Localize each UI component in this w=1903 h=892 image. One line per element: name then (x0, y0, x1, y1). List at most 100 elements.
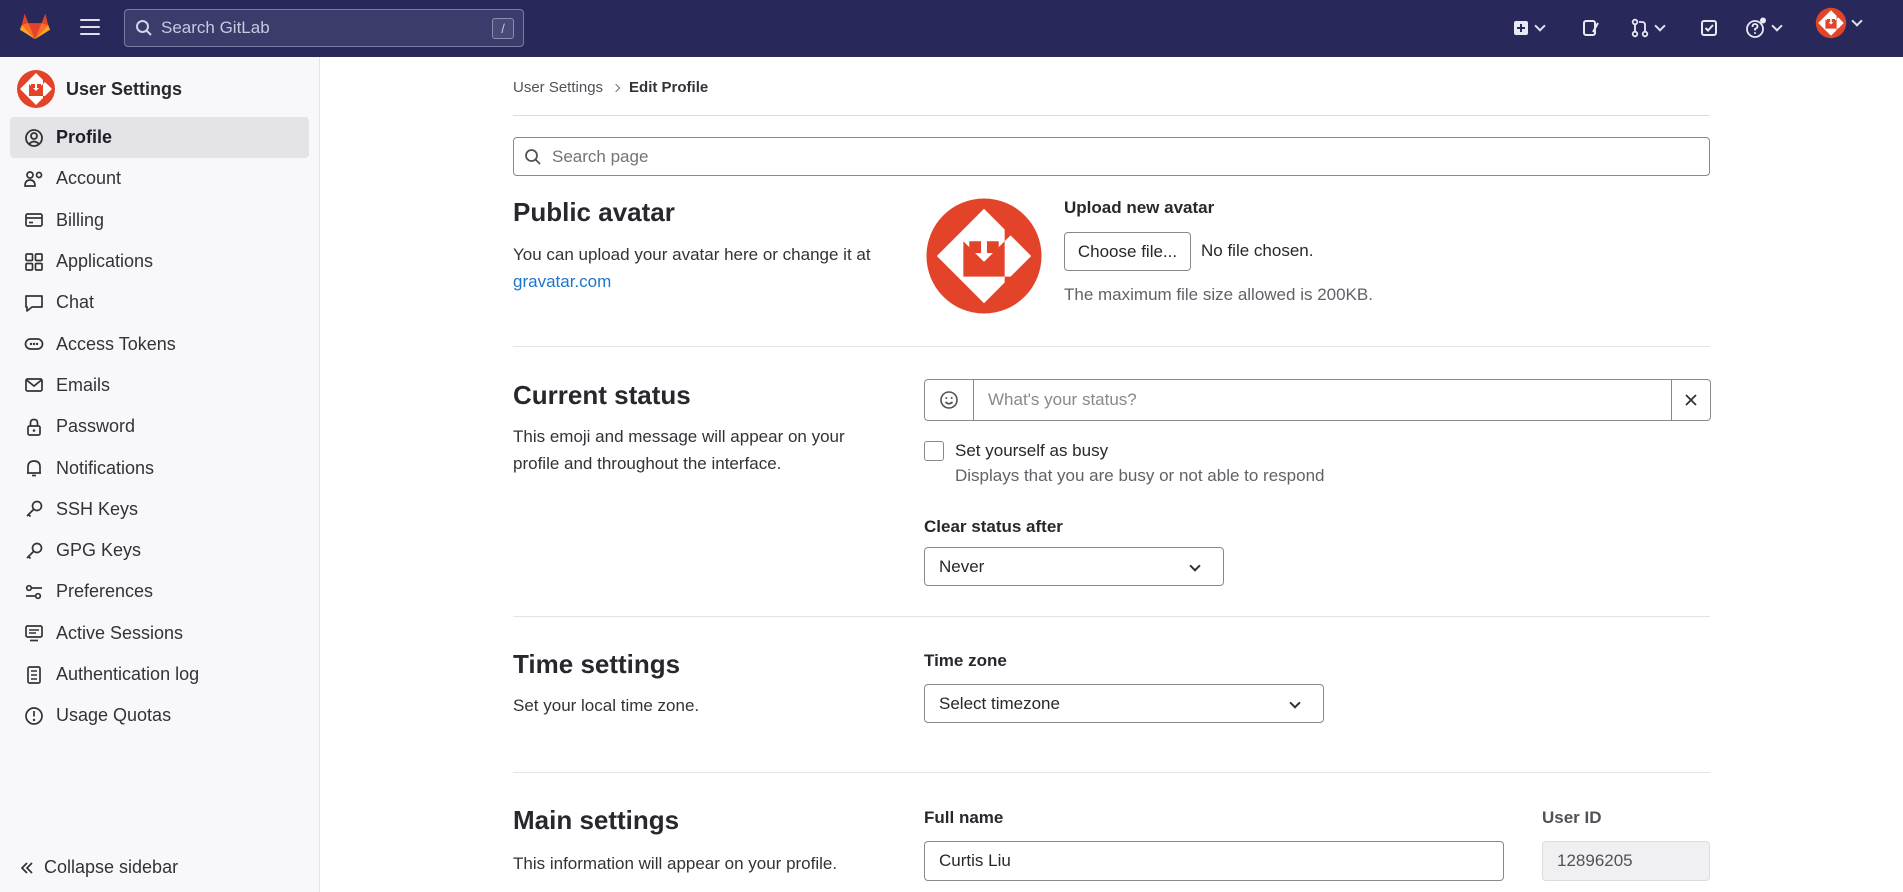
sidebar-item-label: Access Tokens (56, 333, 176, 354)
user-id-field: 12896205 (1542, 841, 1710, 881)
no-file-text: No file chosen. (1201, 241, 1314, 260)
clear-status-label: Clear status after (924, 517, 1063, 536)
account-icon (24, 171, 43, 187)
clear-status-button[interactable] (1671, 379, 1711, 421)
chevron-right-icon (611, 83, 621, 92)
merge-requests-button[interactable] (1630, 16, 1666, 40)
busy-checkbox[interactable] (924, 441, 944, 461)
collapse-sidebar-label: Collapse sidebar (44, 857, 179, 877)
sidebar-item-label: Notifications (56, 457, 155, 478)
sidebar-item-label: Active Sessions (56, 622, 184, 643)
timezone-select[interactable]: Select timezone (924, 684, 1324, 723)
double-chevron-left-icon (20, 861, 33, 874)
sidebar-item-profile[interactable]: Profile (10, 117, 309, 159)
user-avatar-icon (17, 70, 55, 108)
collapse-sidebar-button[interactable]: Collapse sidebar (20, 857, 178, 878)
search-shortcut-badge: / (492, 18, 514, 39)
clear-status-select[interactable]: Never (924, 547, 1224, 586)
sidebar-item-access-tokens[interactable]: Access Tokens (10, 323, 309, 364)
clear-status-value: Never (939, 556, 985, 576)
busy-help-text: Displays that you are busy or not able t… (955, 466, 1325, 485)
timezone-value: Select timezone (939, 693, 1060, 713)
divider (513, 115, 1710, 116)
sidebar-item-label: Applications (56, 251, 154, 272)
preferences-icon (25, 584, 42, 600)
sidebar-item-authentication-log[interactable]: Authentication log (10, 654, 309, 695)
full-name-input[interactable]: Curtis Liu (924, 841, 1504, 881)
sidebar-item-emails[interactable]: Emails (10, 365, 309, 406)
help-button[interactable] (1745, 16, 1783, 40)
status-section-title: Current status (513, 380, 691, 410)
plus-square-icon (1514, 21, 1528, 35)
avatar-icon (1815, 7, 1847, 39)
settings-sidebar: User Settings Profile Account Billing Ap… (0, 57, 320, 892)
sidebar-item-usage-quotas[interactable]: Usage Quotas (10, 695, 309, 736)
breadcrumb-parent[interactable]: User Settings (513, 79, 603, 96)
sidebar-item-active-sessions[interactable]: Active Sessions (10, 613, 309, 654)
timezone-label: Time zone (924, 651, 1007, 670)
create-new-button[interactable] (1512, 16, 1546, 40)
mail-icon (25, 378, 43, 393)
sidebar-item-label: Preferences (56, 581, 154, 602)
status-message-input[interactable]: What's your status? (974, 379, 1671, 421)
menu-icon[interactable] (78, 15, 102, 39)
time-section-title: Time settings (513, 649, 681, 679)
lock-icon (27, 418, 41, 436)
time-section-desc: Set your local time zone. (513, 696, 700, 715)
sidebar-title: User Settings (66, 78, 183, 99)
sidebar-header[interactable]: User Settings (16, 69, 182, 109)
global-search-input[interactable]: Search GitLab / (124, 9, 524, 47)
status-section-desc: This emoji and message will appear on yo… (513, 427, 845, 473)
sidebar-item-preferences[interactable]: Preferences (10, 571, 309, 612)
gravatar-link[interactable]: gravatar.com (513, 272, 611, 291)
status-placeholder: What's your status? (988, 390, 1137, 409)
sidebar-item-gpg-keys[interactable]: GPG Keys (10, 530, 309, 571)
chevron-down-icon (1289, 697, 1301, 709)
log-icon (27, 665, 41, 684)
full-name-value: Curtis Liu (939, 851, 1011, 870)
quota-icon (25, 706, 43, 725)
full-name-label: Full name (924, 808, 1004, 827)
sidebar-item-applications[interactable]: Applications (10, 241, 309, 282)
sidebar-item-billing[interactable]: Billing (10, 200, 309, 241)
user-menu-button[interactable] (1815, 7, 1863, 39)
sidebar-item-ssh-keys[interactable]: SSH Keys (10, 489, 309, 530)
sidebar-item-label: Password (56, 416, 136, 437)
emoji-picker-button[interactable] (924, 379, 974, 421)
avatar-desc-text: You can upload your avatar here or chang… (513, 245, 871, 264)
breadcrumb-current[interactable]: Edit Profile (629, 79, 708, 96)
sidebar-item-account[interactable]: Account (10, 158, 309, 199)
choose-file-button[interactable]: Choose file... (1064, 232, 1191, 271)
sidebar-item-label: Authentication log (56, 664, 200, 684)
sidebar-item-chat[interactable]: Chat (10, 282, 309, 323)
sidebar-item-label: Profile (56, 127, 113, 148)
gitlab-logo-icon[interactable] (18, 8, 52, 42)
sidebar-item-label: Usage Quotas (56, 705, 172, 726)
sidebar-item-password[interactable]: Password (10, 406, 309, 447)
merge-request-icon (1631, 18, 1649, 38)
busy-label[interactable]: Set yourself as busy (955, 441, 1108, 461)
profile-icon (25, 128, 43, 147)
upload-avatar-label: Upload new avatar (1064, 198, 1215, 217)
chevron-down-icon (1534, 20, 1546, 32)
smiley-icon (940, 391, 958, 409)
main-section-desc: This information will appear on your pro… (513, 854, 838, 873)
key-icon (26, 542, 43, 559)
help-icon (1746, 17, 1766, 38)
todos-button[interactable] (1699, 16, 1719, 40)
main-section-title: Main settings (513, 805, 680, 835)
applications-icon (25, 252, 43, 271)
user-id-value: 12896205 (1557, 851, 1633, 870)
avatar-image (926, 198, 1042, 314)
sidebar-item-notifications[interactable]: Notifications (10, 447, 309, 488)
section-divider (513, 772, 1710, 773)
page-search-input[interactable]: Search page (513, 137, 1710, 176)
monitor-icon (25, 625, 43, 642)
page-search-placeholder: Search page (552, 146, 649, 166)
user-id-label: User ID (1542, 808, 1602, 827)
issues-button[interactable] (1581, 16, 1601, 40)
avatar-section-desc: You can upload your avatar here or chang… (513, 241, 893, 295)
breadcrumb: User Settings Edit Profile (513, 79, 708, 96)
token-icon (24, 338, 44, 350)
search-icon (136, 20, 152, 36)
